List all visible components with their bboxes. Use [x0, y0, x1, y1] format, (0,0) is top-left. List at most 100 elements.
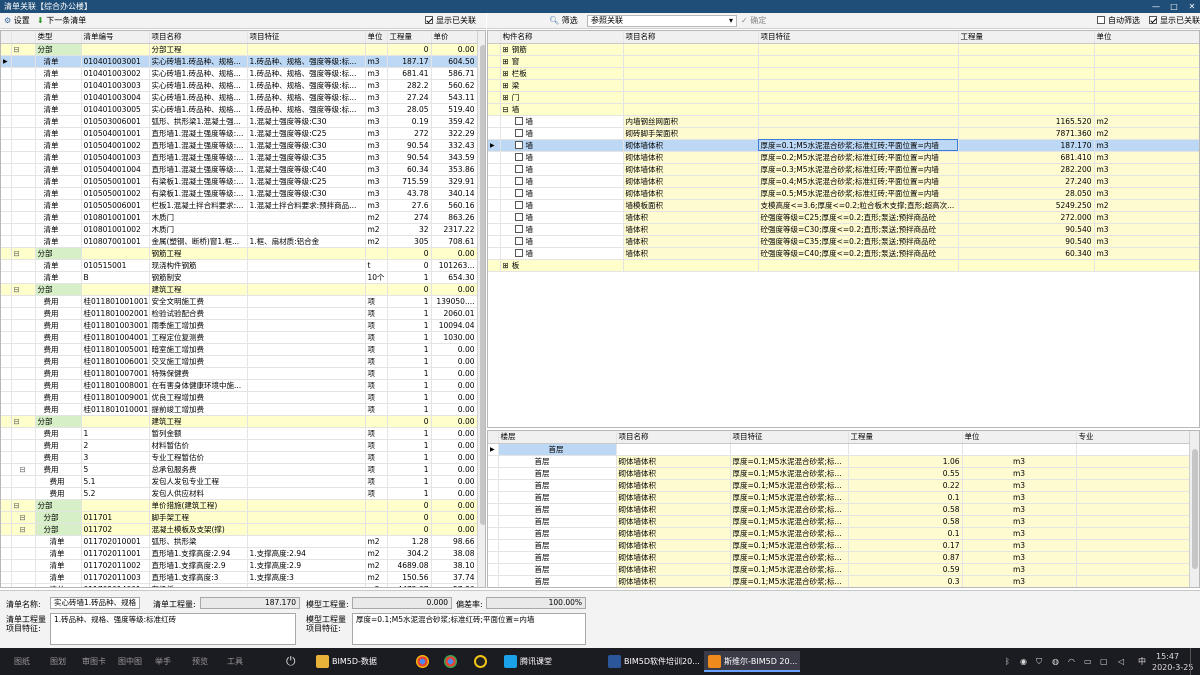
- bill-row[interactable]: 费用 桂011801002001 检验试验配合费 项 1 2060.01: [1, 307, 478, 320]
- col-header-project[interactable]: 项目名称: [616, 431, 731, 444]
- show-desktop-button[interactable]: [1190, 648, 1200, 675]
- expand-icon[interactable]: ⊞: [503, 261, 509, 270]
- tree-toggle[interactable]: ⊟: [11, 463, 36, 476]
- col-header-qty[interactable]: 工程量: [958, 31, 1095, 44]
- bill-row[interactable]: 清单 010504001001 直形墙1.混凝土强度等级:... 1.混凝土强度等级:…: [1, 127, 478, 140]
- component-name-cell[interactable]: 墙: [500, 163, 624, 176]
- row-checkbox[interactable]: [514, 200, 523, 209]
- row-checkbox[interactable]: [514, 140, 523, 149]
- taskbar-chrome[interactable]: [412, 651, 434, 672]
- bill-row[interactable]: 费用 桂011801003001 雨季施工增加费 项 1 10094.04: [1, 319, 478, 332]
- col-header-unit[interactable]: 单位: [962, 431, 1077, 444]
- confirm-button[interactable]: ✓ 确定: [741, 13, 766, 29]
- bill-row[interactable]: 清单 010807001001 金属(塑钢、断桥)窗1.框... 1.框、扇材质:铝合…: [1, 235, 478, 248]
- component-row[interactable]: 墙 墙体积 砼强度等级=C25;厚度<=0.2;直形;泵送;预拌商品砼 272.000…: [488, 211, 1199, 224]
- tree-toggle[interactable]: ⊟: [11, 43, 36, 56]
- bill-row[interactable]: 清单 011702010001 弧形、拱形梁 m2 1.28 98.66: [1, 535, 478, 548]
- component-row[interactable]: ⊞ 门: [488, 91, 1199, 104]
- component-row[interactable]: ▶ 墙 砌体墙体积 厚度=0.1;M5水泥混合砂浆;标准红砖;平面位置=内墙 187.1…: [488, 139, 1199, 152]
- network-icon[interactable]: ◉: [1020, 648, 1027, 675]
- taskbar-chrome-2[interactable]: [440, 651, 462, 672]
- bill-row[interactable]: 清单 011702011001 直形墙1.支撑高度:2.94 1.支撑高度:2.94 m…: [1, 547, 478, 560]
- bill-row[interactable]: 清单 010401003003 实心砖墙1.砖品种、规格... 1.砖品种、规格、强度…: [1, 79, 478, 92]
- tree-toggle[interactable]: ⊟: [11, 247, 36, 260]
- row-checkbox[interactable]: [514, 248, 523, 257]
- floor-row[interactable]: 首层 砌体墙体积 厚度=0.1;M5水泥混合砂浆;标... 0.55 m3: [488, 467, 1190, 480]
- tree-toggle[interactable]: ⊟: [11, 523, 36, 536]
- bill-row[interactable]: ⊟ 分部 建筑工程 0 0.00: [1, 415, 478, 428]
- volume-icon[interactable]: ◁: [1118, 648, 1124, 675]
- row-checkbox[interactable]: [514, 176, 523, 185]
- collapse-icon[interactable]: ⊟: [503, 105, 509, 114]
- taskbar-tab-preview[interactable]: 预览: [192, 648, 208, 675]
- component-name-cell[interactable]: 墙: [500, 139, 624, 152]
- tree-toggle[interactable]: ⊟: [11, 415, 36, 428]
- taskbar-tab-tools[interactable]: 工具: [227, 648, 243, 675]
- component-name-cell[interactable]: 墙: [500, 223, 624, 236]
- component-row[interactable]: ⊟ 墙: [488, 103, 1199, 116]
- component-name-cell[interactable]: 墙: [500, 151, 624, 164]
- taskbar-tab-pip[interactable]: 图中图: [118, 648, 142, 675]
- bill-row[interactable]: 清单011702014001有梁板... m24472.0757.86: [1, 583, 478, 587]
- component-row[interactable]: 墙 墙模板面积 支模高度<=3.6;厚度<=0.2;粒合板木支撑;直形;超高次...…: [488, 199, 1199, 212]
- clock-date[interactable]: 2020-3-25: [1152, 662, 1193, 673]
- auto-filter-checkbox[interactable]: 自动筛选: [1097, 13, 1140, 29]
- bill-row[interactable]: ⊟ 分部 分部工程 0 0.00: [1, 43, 478, 56]
- component-name-cell[interactable]: 墙: [500, 175, 624, 188]
- col-header-specialty[interactable]: 专业: [1076, 431, 1190, 444]
- component-row[interactable]: 墙 砌体墙体积 厚度=0.5;M5水泥混合砂浆;标准红砖;平面位置=内墙 28.050…: [488, 187, 1199, 200]
- app-tray-icon[interactable]: ◍: [1052, 648, 1059, 675]
- left-scrollbar-thumb[interactable]: [480, 45, 485, 525]
- row-checkbox[interactable]: [514, 224, 523, 233]
- bill-row[interactable]: 费用 3 专业工程暂估价 项 1 0.00: [1, 451, 478, 464]
- component-name-cell[interactable]: 墙: [500, 115, 624, 128]
- floor-row[interactable]: 首层 砌体墙体积 厚度=0.1;M5水泥混合砂浆;标... 0.17 m3: [488, 539, 1190, 552]
- col-header-floor[interactable]: 楼层: [498, 431, 617, 444]
- floor-row[interactable]: 首层 砌体墙体积 厚度=0.1;M5水泥混合砂浆;标... 0.1 m3: [488, 527, 1190, 540]
- component-row[interactable]: ⊞ 栏板: [488, 67, 1199, 80]
- col-header-code[interactable]: 清单编号: [81, 31, 150, 44]
- row-checkbox[interactable]: [514, 212, 523, 221]
- col-header-price[interactable]: 单价: [431, 31, 478, 44]
- taskbar-tab-review[interactable]: 审图卡: [82, 648, 106, 675]
- maximize-button[interactable]: □: [1166, 0, 1182, 13]
- bill-row[interactable]: ⊟ 分部 011701 脚手架工程 0 0.00: [1, 511, 478, 524]
- battery-icon[interactable]: ▭: [1084, 648, 1092, 675]
- component-name-cell[interactable]: 墙: [500, 187, 624, 200]
- minimize-button[interactable]: —: [1148, 0, 1164, 13]
- component-row[interactable]: 墙 墙体积 砼强度等级=C30;厚度<=0.2;直形;泵送;预拌商品砼 90.540 m…: [488, 223, 1199, 236]
- floor-row[interactable]: 首层 砌体墙体积 厚度=0.1;M5水泥混合砂浆;标... 0.58 m3: [488, 503, 1190, 516]
- bill-row[interactable]: 费用 5.1 发包人发包专业工程 项 1 0.00: [1, 475, 478, 488]
- floor-row[interactable]: 首层 砌体墙体积 厚度=0.1;M5水泥混合砂浆;标... 0.87 m3: [488, 551, 1190, 564]
- bill-row[interactable]: ⊟ 分部 单价措施(建筑工程) 0 0.00: [1, 499, 478, 512]
- component-row[interactable]: 墙 砌体墙体积 厚度=0.3;M5水泥混合砂浆;标准红砖;平面位置=内墙 282.20…: [488, 163, 1199, 176]
- taskbar-app-word[interactable]: BIM5D软件培训20...: [604, 651, 700, 672]
- floor-scrollbar[interactable]: [1189, 431, 1199, 587]
- taskbar-tab-raise-hand[interactable]: 举手: [155, 648, 171, 675]
- bill-row[interactable]: 清单 011702011003 直形墙1.支撑高度:3 1.支撑高度:3 m2 150.5…: [1, 571, 478, 584]
- floor-row[interactable]: ▶ 首层: [488, 443, 1190, 456]
- floor-row[interactable]: 首层 砌体墙体积 厚度=0.1;M5水泥混合砂浆;标... 0.59 m3: [488, 563, 1190, 576]
- bill-row[interactable]: 费用 5.2 发包人供应材料 项 1 0.00: [1, 487, 478, 500]
- expand-icon[interactable]: ⊞: [503, 45, 509, 54]
- bill-row[interactable]: 费用 1 暂列金额项 1 0.00: [1, 427, 478, 440]
- component-name-cell[interactable]: ⊞ 窗: [500, 55, 624, 68]
- bill-row[interactable]: 清单 010401003005 实心砖墙1.砖品种、规格... 1.砖品种、规格、强度…: [1, 103, 478, 116]
- bill-row[interactable]: ⊟ 分部 钢筋工程 0 0.00: [1, 247, 478, 260]
- taskbar-tab-mark[interactable]: 图划: [50, 648, 66, 675]
- floor-row[interactable]: 首层 砌体墙体积 厚度=0.1;M5水泥混合砂浆;标... 0.22 m3: [488, 479, 1190, 492]
- floor-row[interactable]: 首层 砌体墙体积 厚度=0.1;M5水泥混合砂浆;标... 0.3 m3: [488, 575, 1190, 587]
- bill-row[interactable]: 清单 010504001004 直形墙1.混凝土强度等级:... 1.混凝土强度等级:…: [1, 163, 478, 176]
- taskbar-tab-drawing[interactable]: 图纸: [14, 648, 30, 675]
- col-header-project[interactable]: 项目名称: [623, 31, 759, 44]
- component-name-cell[interactable]: 墙: [500, 127, 624, 140]
- component-name-cell[interactable]: ⊞ 栏板: [500, 67, 624, 80]
- shield-icon[interactable]: ⛉: [1036, 648, 1042, 675]
- bill-row[interactable]: 清单 011702011002 直形墙1.支撑高度:2.9 1.支撑高度:2.9 m2 4…: [1, 559, 478, 572]
- row-checkbox[interactable]: [514, 152, 523, 161]
- bill-feature-field[interactable]: 1.砖品种、规格、强度等级:标准红砖: [50, 613, 296, 645]
- col-header-qty[interactable]: 工程量: [387, 31, 432, 44]
- col-header-unit[interactable]: 单位: [1094, 31, 1199, 44]
- bill-row[interactable]: 费用 桂011801010001 提前竣工增加费 项 1 0.00: [1, 403, 478, 416]
- bill-row[interactable]: ⊟ 分部 建筑工程 0 0.00: [1, 283, 478, 296]
